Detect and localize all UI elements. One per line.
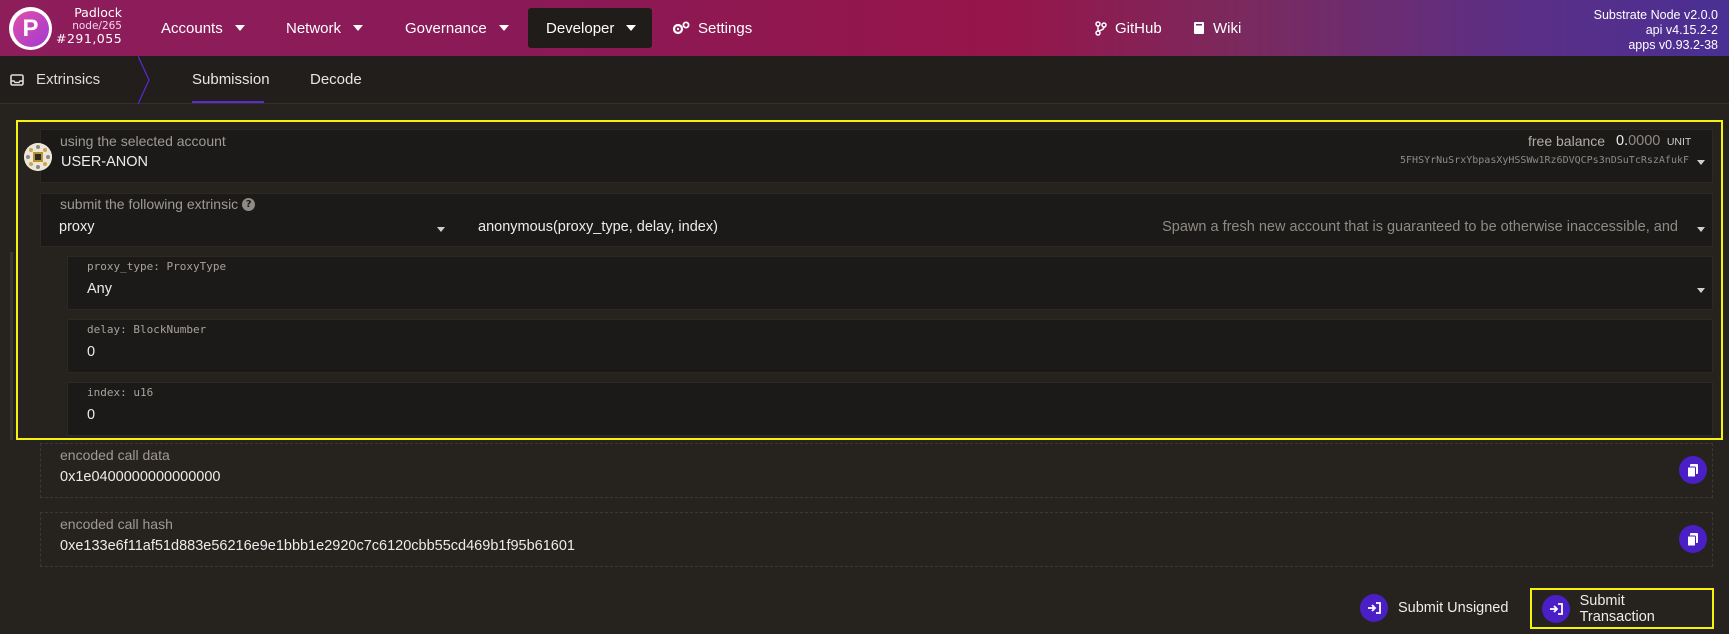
node-version-text: Substrate Node v2.0.0 — [1593, 8, 1718, 22]
sub-header: Extrinsics Submission Decode — [0, 56, 1729, 104]
account-identicon-icon — [24, 143, 52, 171]
encoded-call-data-value: 0x1e0400000000000000 — [60, 469, 221, 485]
param-proxy-type[interactable] — [67, 256, 1713, 310]
chain-info[interactable]: Padlock node/265 #291,055 — [56, 5, 123, 47]
apps-version-text: apps v0.93.2-38 — [1628, 38, 1718, 52]
question-circle-icon[interactable]: ? — [242, 197, 256, 211]
tab-submission[interactable]: Submission — [174, 56, 282, 103]
copy-call-hash-button[interactable] — [1679, 525, 1707, 553]
extrinsic-label-row: submit the following extrinsic ? — [60, 196, 256, 212]
section-title: Extrinsics — [36, 71, 101, 88]
section-extrinsics: Extrinsics — [0, 56, 100, 103]
balance-unit: UNIT — [1666, 136, 1692, 148]
module-select[interactable]: proxy — [41, 213, 455, 246]
method-select[interactable]: anonymous(proxy_type, delay, index) Spaw… — [460, 213, 1712, 246]
param-proxy-type-label: proxy_type: ProxyType — [87, 260, 227, 273]
chevron-down-icon — [498, 25, 509, 31]
account-label: using the selected account — [60, 133, 226, 149]
polkadot-logo-icon: P — [12, 10, 49, 47]
param-delay-input[interactable]: 0 — [87, 344, 95, 360]
copy-icon — [1687, 532, 1698, 546]
param-index-label: index: u16 — [87, 386, 154, 399]
method-description: Spawn a fresh new account that is guaran… — [1162, 219, 1678, 235]
chain-logo[interactable]: P — [9, 7, 52, 50]
submit-unsigned-label: Submit Unsigned — [1398, 600, 1509, 616]
chevron-down-icon — [234, 25, 245, 31]
chain-name: Padlock — [74, 5, 122, 20]
account-name: USER-ANON — [61, 154, 149, 170]
nav-settings-label: Settings — [698, 19, 753, 37]
nav-github-label: GitHub — [1115, 19, 1162, 37]
param-index-input[interactable]: 0 — [87, 407, 95, 423]
chevron-down-icon — [353, 25, 364, 31]
tab-submission-label: Submission — [192, 71, 270, 88]
sign-in-icon — [1542, 594, 1570, 623]
api-version-text: api v4.15.2-2 — [1645, 23, 1718, 37]
nav-developer-label: Developer — [546, 19, 615, 37]
nav-network[interactable]: Network — [268, 8, 381, 48]
version-info: Substrate Node v2.0.0 api v4.15.2-2 apps… — [1594, 8, 1718, 53]
nav-accounts[interactable]: Accounts — [143, 8, 263, 48]
top-bar: P Padlock node/265 #291,055 Accounts Net… — [0, 0, 1729, 56]
account-address: 5FHSYrNuSrxYbpasXyHSSWw1Rz6DVQCPs3nDSuTc… — [1400, 155, 1689, 166]
nav-github[interactable]: GitHub — [1077, 8, 1180, 48]
best-block: #291,055 — [56, 31, 123, 47]
encoded-call-data-box — [40, 443, 1713, 498]
account-dropdown-icon[interactable] — [1697, 160, 1705, 165]
param-delay[interactable] — [67, 319, 1713, 373]
nav-wiki-label: Wiki — [1213, 19, 1242, 37]
chevron-down-icon — [1697, 227, 1705, 232]
nav-governance[interactable]: Governance — [387, 8, 527, 48]
module-value: proxy — [59, 219, 95, 235]
method-value: anonymous(proxy_type, delay, index) — [478, 219, 718, 235]
free-balance-value: 0.0000 UNIT — [1616, 132, 1691, 150]
free-balance-label: free balance — [1528, 133, 1606, 149]
submit-transaction-label: Submit Transaction — [1579, 592, 1655, 625]
tab-decode[interactable]: Decode — [310, 56, 362, 103]
param-index[interactable] — [67, 382, 1713, 436]
cogs-icon — [672, 21, 690, 35]
submit-transaction-button[interactable]: Submit Transaction — [1530, 588, 1714, 629]
nav-developer[interactable]: Developer — [528, 8, 652, 48]
chevron-down-icon[interactable] — [1697, 288, 1705, 293]
param-proxy-type-value: Any — [87, 281, 112, 297]
sign-in-icon — [1360, 594, 1388, 622]
nav-settings[interactable]: Settings — [654, 8, 770, 48]
chevron-down-icon — [437, 227, 445, 232]
encoded-call-data-label: encoded call data — [60, 447, 170, 463]
encoded-call-hash-value: 0xe133e6f11af51d883e56216e9e1bbb1e2920c7… — [60, 538, 575, 554]
copy-icon — [1687, 463, 1698, 477]
chevron-down-icon — [626, 25, 637, 31]
extrinsic-label: submit the following extrinsic — [60, 196, 239, 212]
submit-unsigned-button[interactable]: Submit Unsigned — [1360, 590, 1508, 626]
breadcrumb-divider — [138, 56, 150, 104]
nav-governance-label: Governance — [405, 19, 487, 37]
book-icon — [1194, 22, 1204, 34]
encoded-call-hash-label: encoded call hash — [60, 516, 173, 532]
code-branch-icon — [1095, 20, 1107, 36]
nav-network-label: Network — [286, 19, 342, 37]
nav-wiki[interactable]: Wiki — [1175, 8, 1259, 48]
param-delay-label: delay: BlockNumber — [87, 323, 207, 336]
params-indent-line — [10, 252, 13, 440]
copy-call-data-button[interactable] — [1679, 456, 1707, 484]
balance-integer: 0. — [1616, 133, 1629, 149]
inbox-icon — [10, 73, 24, 86]
balance-decimal: 0000 — [1628, 133, 1661, 149]
nav-accounts-label: Accounts — [161, 19, 223, 37]
tab-decode-label: Decode — [310, 71, 362, 88]
